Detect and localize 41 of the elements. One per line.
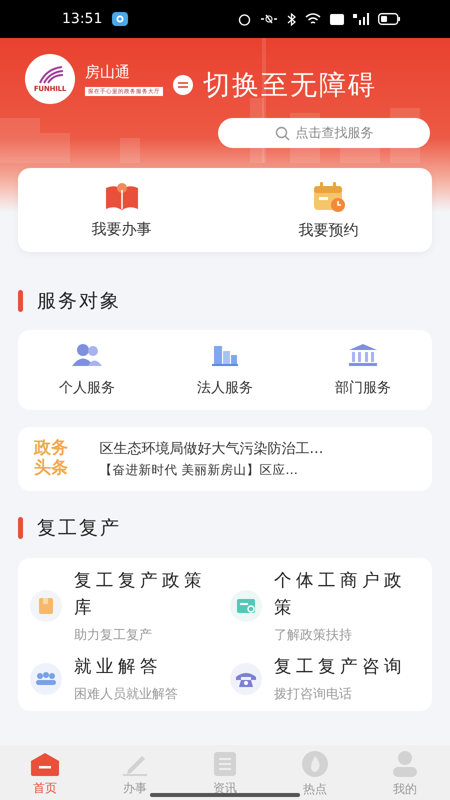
folder-icon [30, 590, 62, 622]
status-time: 13:51 [62, 11, 102, 27]
app-notification-icon [112, 12, 128, 26]
government-building-icon [348, 343, 378, 367]
vibrate-icon [260, 13, 278, 25]
news-label: 政务头条 [34, 439, 69, 479]
news-headline[interactable]: 【奋进新时代 美丽新房山】区应… [99, 462, 324, 478]
flame-icon [301, 751, 329, 777]
recovery-service-item[interactable]: 复工复产咨询 拨打咨询电话 [230, 654, 420, 704]
recovery-service-item[interactable]: 就业解答 困难人员就业解答 [30, 654, 220, 704]
section-accent-bar [18, 517, 23, 539]
section-accent-bar [18, 290, 23, 312]
people-icon [72, 343, 102, 367]
section-title: 复工复产 [37, 516, 121, 541]
alarm-icon [238, 12, 251, 26]
building-icon [211, 343, 239, 367]
accessibility-mode-link[interactable]: 切换至无障碍 [203, 67, 377, 103]
wifi-icon [305, 13, 321, 25]
quick-action[interactable]: 我要办事 [18, 168, 225, 252]
service-category[interactable]: 个人服务 [18, 330, 156, 410]
recovery-service-item[interactable]: 个体工商户政策 了解政策扶持 [230, 568, 420, 644]
book-icon [104, 182, 140, 212]
people-icon [30, 662, 62, 695]
bluetooth-icon [287, 12, 296, 26]
document-icon [212, 752, 238, 776]
switch-icon [173, 75, 193, 95]
user-icon [391, 751, 419, 777]
phone-icon [230, 662, 262, 695]
card-icon [230, 590, 262, 622]
service-category[interactable]: 法人服务 [156, 330, 294, 410]
signal-icon [353, 13, 369, 25]
quick-action[interactable]: 我要预约 [225, 168, 432, 252]
search-field[interactable]: 点击查找服务 [218, 118, 430, 148]
section-title: 服务对象 [37, 289, 121, 314]
service-category[interactable]: 部门服务 [294, 330, 432, 410]
search-icon [274, 126, 290, 140]
app-name: 房山通 [85, 62, 131, 82]
battery-icon [378, 13, 400, 25]
news-headline[interactable]: 区生态环境局做好大气污染防治工… [99, 440, 324, 458]
recovery-service-item[interactable]: 复工复产政策库 助力复工复产 [30, 568, 220, 644]
home-icon [30, 752, 60, 776]
